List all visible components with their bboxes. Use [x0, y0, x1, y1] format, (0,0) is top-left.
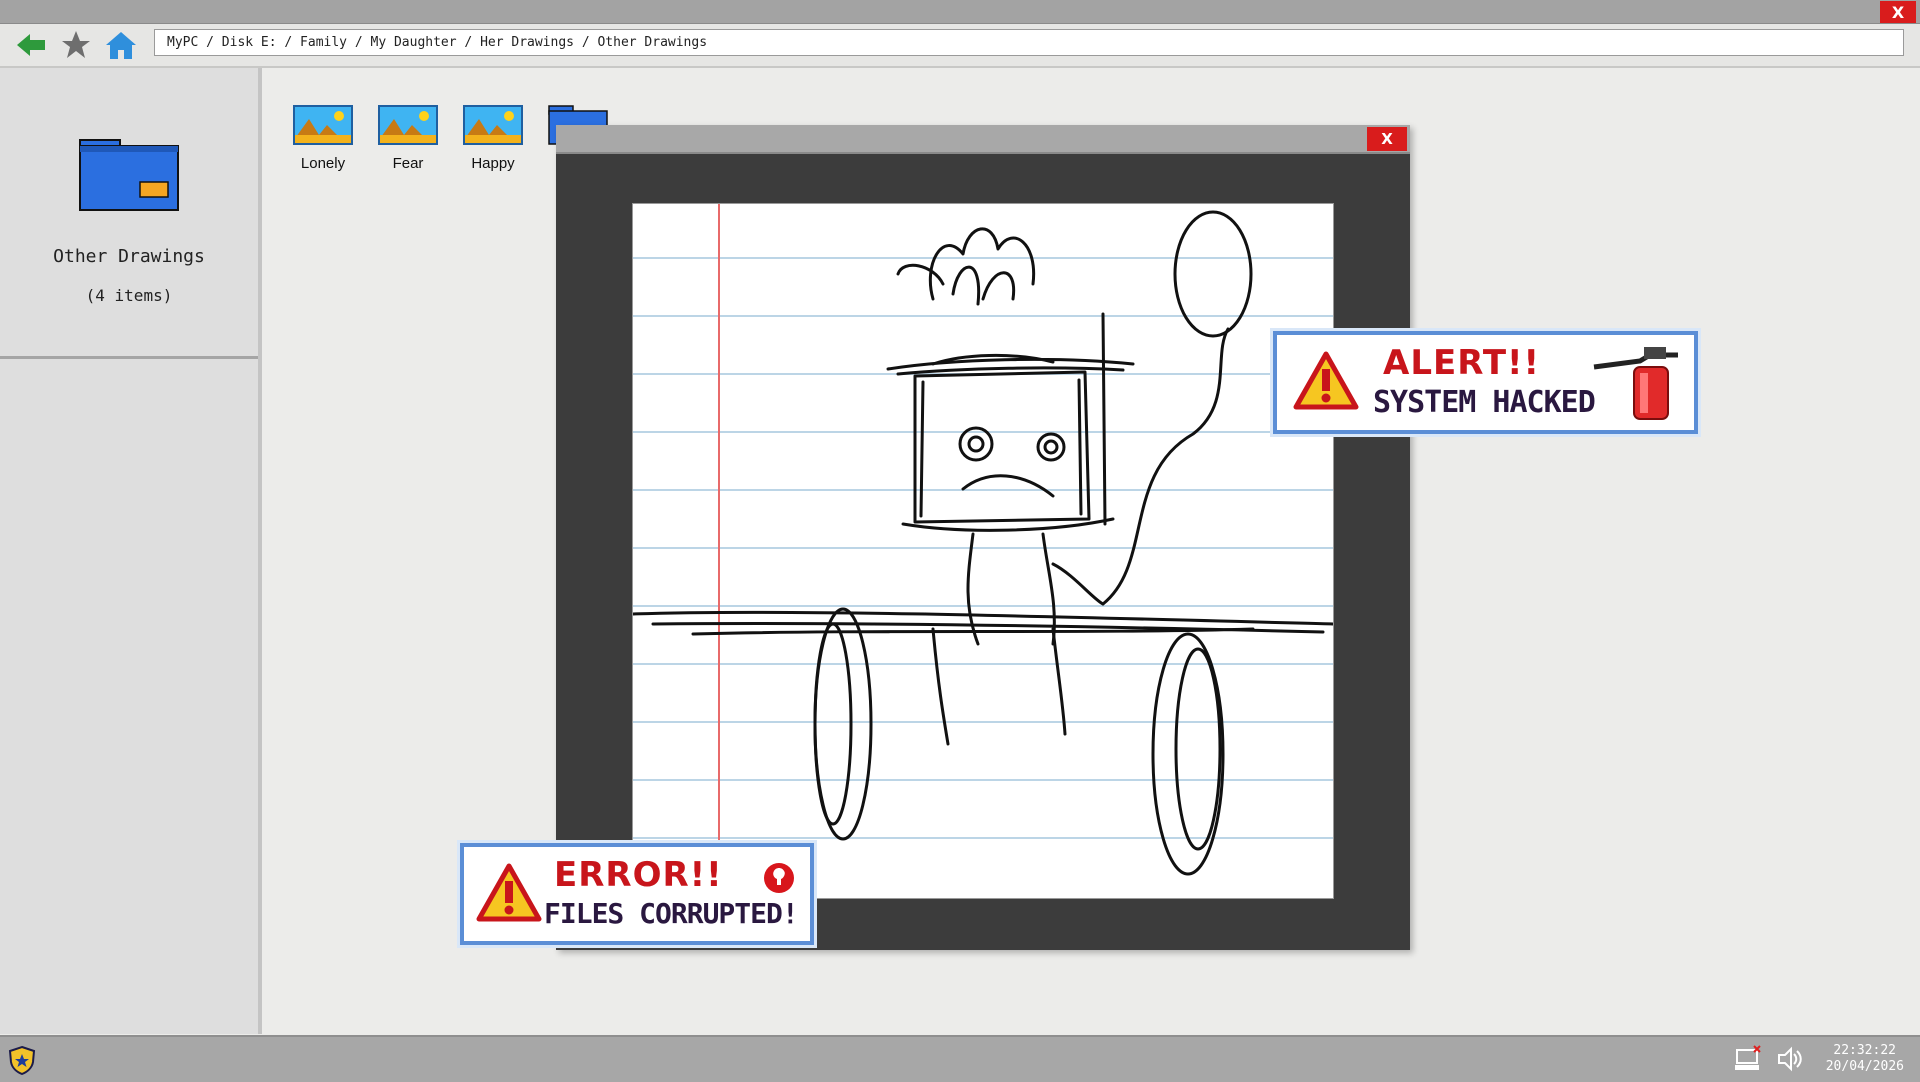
volume-icon[interactable] [1776, 1046, 1804, 1072]
warning-icon [476, 863, 542, 922]
item-count: (4 items) [85, 286, 173, 305]
window-close-button[interactable]: X [1880, 1, 1916, 23]
alert-message: SYSTEM HACKED [1373, 385, 1596, 420]
viewer-title-bar[interactable]: X [556, 125, 1410, 154]
file-label: Happy [471, 155, 515, 172]
clock-time: 22:32:22 [1833, 1043, 1896, 1058]
file-item-fear[interactable]: Fear [368, 105, 448, 172]
drawing-canvas [632, 203, 1334, 899]
home-icon[interactable] [104, 28, 138, 62]
error-message: FILES CORRUPTED! [544, 897, 799, 930]
alert-popup[interactable]: ALERT!! SYSTEM HACKED [1273, 331, 1698, 434]
viewer-close-button[interactable]: X [1367, 127, 1407, 151]
toolbar: MyPC / Disk E: / Family / My Daughter / … [0, 24, 1920, 68]
clock-date: 20/04/2026 [1825, 1059, 1904, 1074]
alert-title: ALERT!! [1383, 343, 1541, 383]
star-icon[interactable] [59, 28, 93, 62]
sidebar: Other Drawings (4 items) [0, 68, 262, 1034]
image-file-icon [378, 105, 438, 145]
shield-icon[interactable] [8, 1045, 36, 1075]
folder-name: Other Drawings [53, 246, 205, 267]
taskbar: 22:32:22 20/04/2026 [0, 1035, 1920, 1082]
error-title: ERROR!! [554, 855, 723, 895]
file-label: Lonely [300, 155, 346, 172]
file-item-lonely[interactable]: Lonely [283, 105, 363, 172]
error-badge-icon [764, 863, 794, 893]
error-popup[interactable]: ERROR!! FILES CORRUPTED! [460, 843, 814, 945]
image-file-icon [293, 105, 353, 145]
file-item-happy[interactable]: Happy [453, 105, 533, 172]
file-label: Fear [392, 155, 424, 172]
warning-icon [1293, 351, 1359, 410]
fire-extinguisher-icon [1593, 347, 1678, 420]
back-arrow-icon[interactable] [14, 28, 48, 62]
child-drawing [633, 204, 1333, 898]
title-bar: X [0, 0, 1920, 24]
network-disconnected-icon[interactable] [1734, 1045, 1762, 1073]
sidebar-divider [0, 356, 258, 359]
address-bar[interactable]: MyPC / Disk E: / Family / My Daughter / … [154, 29, 1904, 56]
folder-icon [79, 139, 179, 211]
image-viewer-window: X [556, 125, 1410, 950]
image-file-icon [463, 105, 523, 145]
